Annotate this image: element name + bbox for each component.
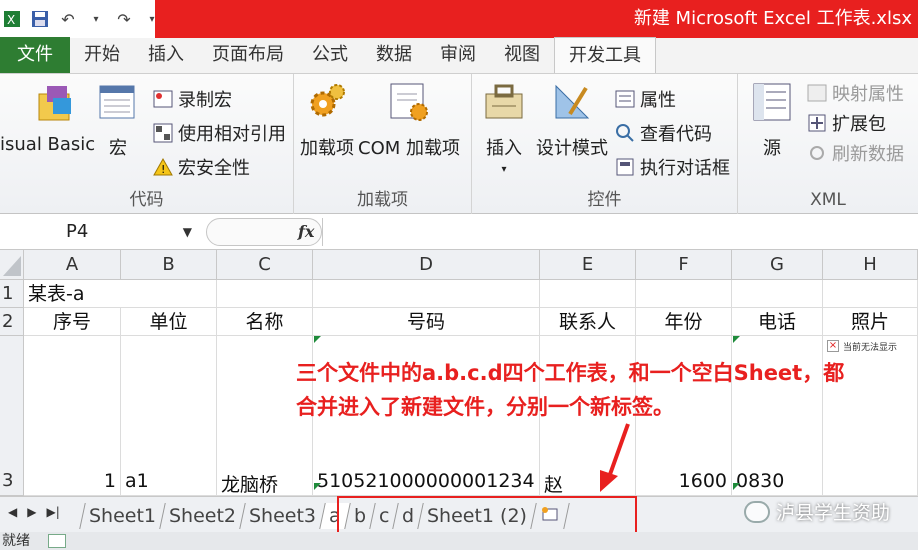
watermark: 泸县学生资助: [743, 498, 890, 525]
sheet-tab-sheet3[interactable]: Sheet3: [239, 503, 325, 529]
sheet-navigation: ◀ ▶ ▶|: [8, 505, 60, 519]
macro-recording-icon[interactable]: [48, 534, 66, 548]
next-sheet-icon[interactable]: ▶: [27, 505, 36, 519]
sheet-tab-sheet1[interactable]: Sheet1: [79, 503, 165, 529]
sheet-tab-sheet2[interactable]: Sheet2: [159, 503, 245, 529]
status-bar: 就绪: [0, 532, 918, 550]
status-text: 就绪: [2, 533, 30, 549]
first-sheet-icon[interactable]: ◀: [8, 505, 17, 519]
wechat-icon: [743, 500, 770, 523]
last-sheet-icon[interactable]: ▶|: [46, 505, 59, 519]
watermark-text: 泸县学生资助: [775, 502, 890, 524]
annotation-arrow: [600, 423, 630, 492]
